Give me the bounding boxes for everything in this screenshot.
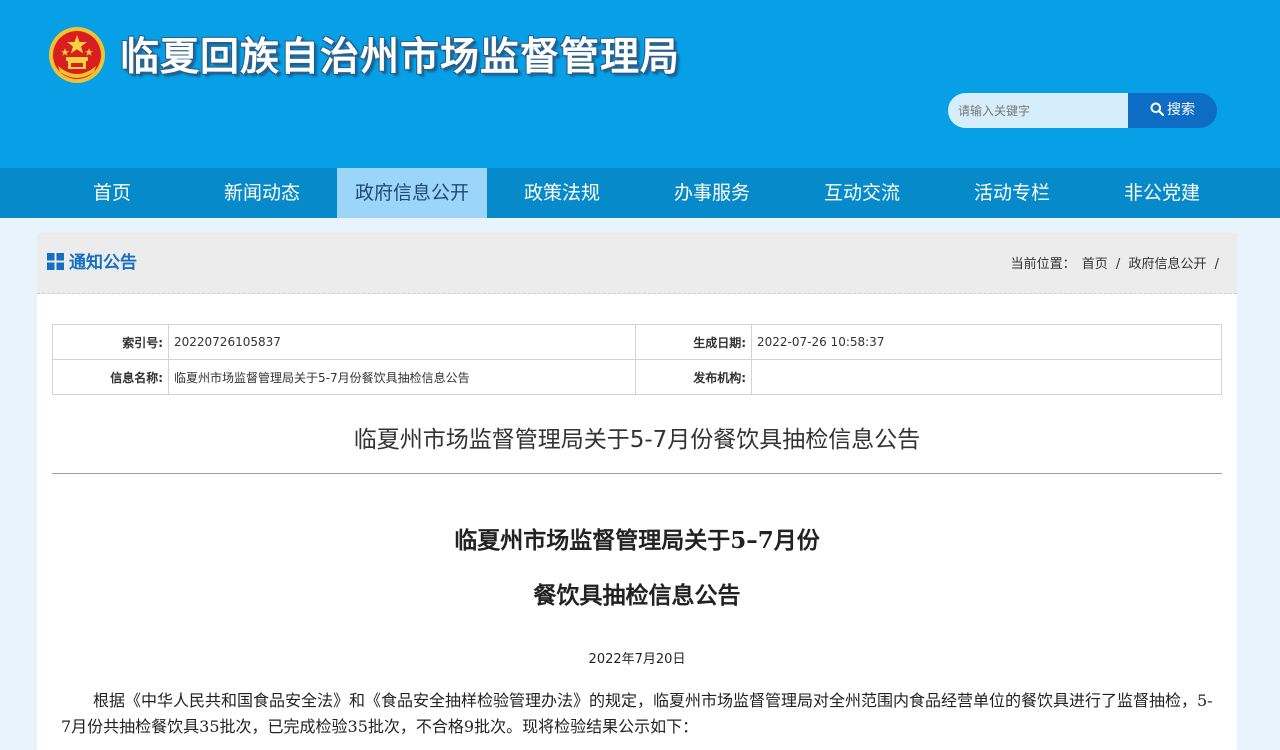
article-paragraph: 根据《中华人民共和国食品安全法》和《食品安全抽样检验管理办法》的规定，临夏州市场… xyxy=(61,691,1213,736)
publisher-label: 发布机构: xyxy=(635,359,752,395)
index-value: 20220726105837 xyxy=(168,324,636,360)
article-date: 2022年7月20日 xyxy=(588,652,686,667)
breadcrumb-separator: / xyxy=(1214,257,1219,272)
section-title-text: 通知公告 xyxy=(69,253,137,273)
nav-item-news[interactable]: 新闻动态 xyxy=(187,168,337,218)
nav-item-services[interactable]: 办事服务 xyxy=(637,168,787,218)
index-label: 索引号: xyxy=(52,324,169,360)
main-nav: 首页 新闻动态 政府信息公开 政策法规 办事服务 互动交流 活动专栏 非公党建 xyxy=(0,168,1280,218)
national-emblem-icon[interactable] xyxy=(48,26,106,84)
date-value: 2022-07-26 10:58:37 xyxy=(751,324,1222,360)
search-input[interactable] xyxy=(948,93,1132,128)
nav-item-party[interactable]: 非公党建 xyxy=(1087,168,1237,218)
article-heading-line1: 临夏州市场监督管理局关于5–7月份 xyxy=(454,527,820,554)
nav-item-events[interactable]: 活动专栏 xyxy=(937,168,1087,218)
info-table: 索引号: 20220726105837 生成日期: 2022-07-26 10:… xyxy=(52,324,1222,395)
info-name-label: 信息名称: xyxy=(52,359,169,395)
content-panel: 通知公告 当前位置： 首页 / 政府信息公开 / 索引号: 2022072610… xyxy=(37,233,1237,750)
nav-item-policy[interactable]: 政策法规 xyxy=(487,168,637,218)
publisher-value xyxy=(751,359,1222,395)
section-title: 通知公告 xyxy=(47,251,137,275)
search-button[interactable]: 搜索 xyxy=(1128,93,1217,128)
breadcrumb-prefix: 当前位置： xyxy=(1010,257,1076,272)
grid-icon xyxy=(47,253,64,270)
search-box: 搜索 xyxy=(948,93,1217,128)
section-bar: 通知公告 当前位置： 首页 / 政府信息公开 / xyxy=(37,233,1237,294)
nav-item-home[interactable]: 首页 xyxy=(37,168,187,218)
breadcrumb-gov-info[interactable]: 政府信息公开 xyxy=(1128,257,1206,272)
nav-item-gov-info[interactable]: 政府信息公开 xyxy=(337,168,487,218)
date-label: 生成日期: xyxy=(635,324,752,360)
breadcrumb-separator: / xyxy=(1115,257,1121,272)
search-button-label: 搜索 xyxy=(1167,102,1195,118)
article-heading-line2: 餐饮具抽检信息公告 xyxy=(533,582,741,609)
site-title[interactable]: 临夏回族自治州市场监督管理局 xyxy=(120,30,680,86)
site-header: 临夏回族自治州市场监督管理局 搜索 xyxy=(0,0,1280,168)
breadcrumb-home[interactable]: 首页 xyxy=(1082,257,1108,272)
table-row: 索引号: 20220726105837 生成日期: 2022-07-26 10:… xyxy=(52,324,1222,360)
info-name-value: 临夏州市场监督管理局关于5-7月份餐饮具抽检信息公告 xyxy=(168,359,636,395)
nav-item-interaction[interactable]: 互动交流 xyxy=(787,168,937,218)
table-row: 信息名称: 临夏州市场监督管理局关于5-7月份餐饮具抽检信息公告 发布机构: xyxy=(52,359,1222,395)
breadcrumb: 当前位置： 首页 / 政府信息公开 / xyxy=(1011,253,1221,272)
divider xyxy=(52,473,1222,474)
search-icon xyxy=(1150,102,1165,117)
article-title: 临夏州市场监督管理局关于5-7月份餐饮具抽检信息公告 xyxy=(353,427,921,453)
